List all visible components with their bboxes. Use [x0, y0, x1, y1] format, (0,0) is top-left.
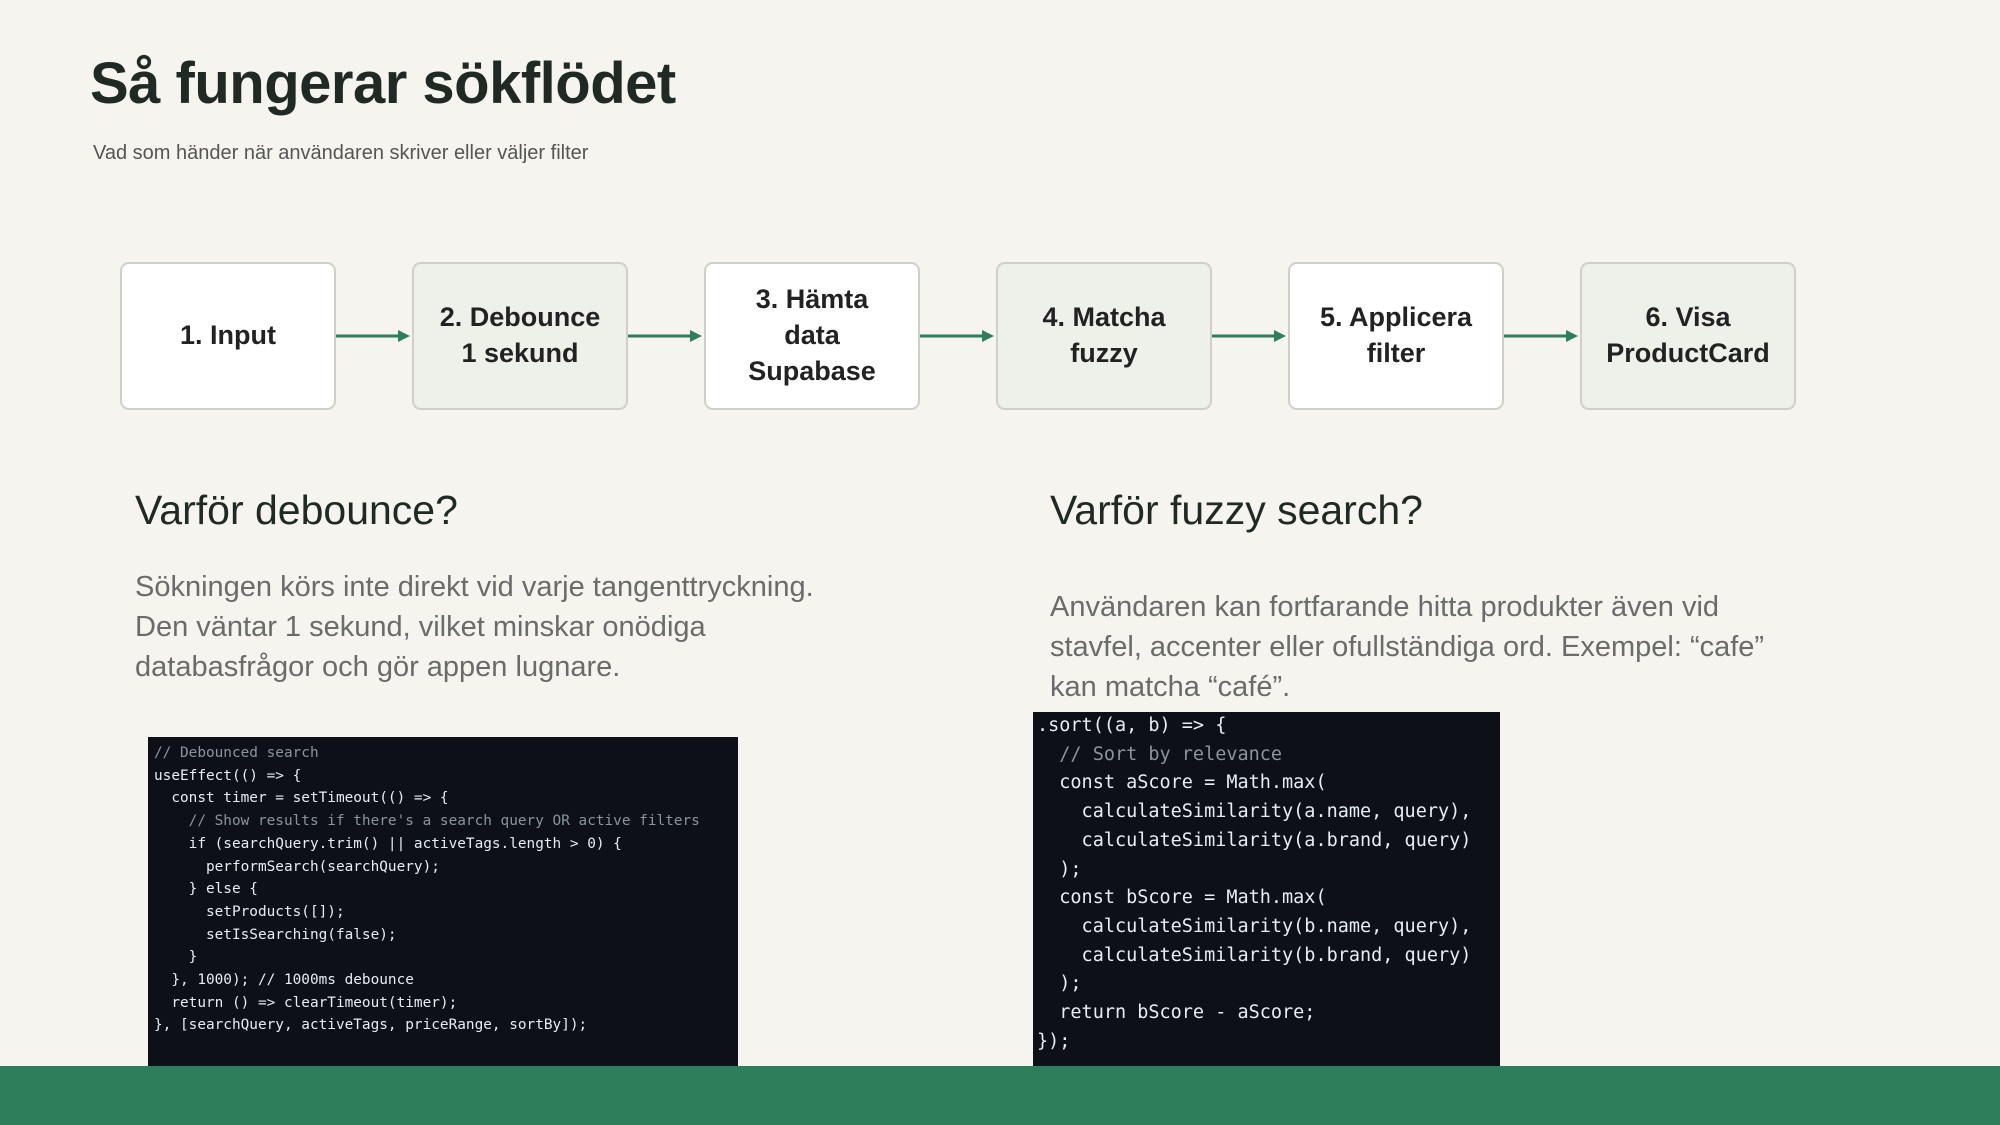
arrow-right-icon	[920, 330, 994, 342]
code-line: calculateSimilarity(b.brand, query)	[1037, 944, 1472, 966]
flow-step-debounce: 2. Debounce 1 sekund	[412, 262, 628, 410]
debounce-code-snippet: // Debounced search useEffect(() => { co…	[148, 737, 738, 1067]
flow-step-label: 2. Debounce 1 sekund	[439, 302, 601, 368]
code-line: } else {	[154, 881, 258, 898]
flow-step-label: 4. Matcha fuzzy	[1042, 302, 1166, 368]
fuzzy-description: Användaren kan fortfarande hitta produkt…	[1050, 591, 1765, 703]
arrow-right-icon	[628, 330, 702, 342]
process-flow: 1. Input 2. Debounce 1 sekund 3. Hämta d…	[120, 262, 1796, 410]
arrow-right-icon	[1504, 330, 1578, 342]
flow-step-label: 3. Hämta data Supabase	[748, 284, 876, 386]
code-line: const timer = setTimeout(() => {	[154, 790, 449, 807]
arrow-right-icon	[336, 330, 410, 342]
code-line: }	[154, 949, 198, 966]
code-line: calculateSimilarity(a.brand, query)	[1037, 829, 1472, 851]
code-line: setProducts([]);	[154, 903, 345, 920]
code-line: performSearch(searchQuery);	[154, 858, 440, 875]
code-line: useEffect(() => {	[154, 767, 302, 784]
code-line: }, 1000); // 1000ms debounce	[154, 972, 414, 989]
code-line: setIsSearching(false);	[154, 926, 397, 943]
code-line: );	[1037, 858, 1082, 880]
code-line: if (searchQuery.trim() || activeTags.len…	[154, 835, 622, 852]
code-line: );	[1037, 973, 1082, 995]
code-line: const bScore = Math.max(	[1037, 887, 1327, 909]
fuzzy-code-snippet: .sort((a, b) => { // Sort by relevance c…	[1033, 712, 1500, 1067]
code-line: }, [searchQuery, activeTags, priceRange,…	[154, 1017, 588, 1034]
code-line: });	[1037, 1030, 1071, 1052]
arrow-right-icon	[1212, 330, 1286, 342]
code-line: calculateSimilarity(b.name, query),	[1037, 915, 1472, 937]
code-line: // Show results if there's a search quer…	[154, 813, 700, 830]
slide-title: Så fungerar sökflödet	[90, 51, 676, 116]
flow-step-label: 6. Visa ProductCard	[1606, 302, 1770, 368]
flow-step-label: 5. Applicera filter	[1319, 302, 1473, 368]
code-line: const aScore = Math.max(	[1037, 772, 1327, 794]
code-line: .sort((a, b) => {	[1037, 715, 1227, 736]
debounce-heading: Varför debounce?	[135, 487, 458, 533]
footer-bar	[0, 1066, 2000, 1125]
flow-step-label: 1. Input	[180, 320, 276, 351]
slide-subtitle: Vad som händer när användaren skriver el…	[93, 142, 589, 164]
flow-step-apply-filter: 5. Applicera filter	[1288, 262, 1504, 410]
code-line: // Debounced search	[154, 745, 319, 761]
fuzzy-heading: Varför fuzzy search?	[1050, 487, 1423, 533]
flow-step-fetch-data: 3. Hämta data Supabase	[704, 262, 920, 410]
code-line: calculateSimilarity(a.name, query),	[1037, 801, 1472, 823]
code-line: return bScore - aScore;	[1037, 1002, 1316, 1024]
flow-step-input: 1. Input	[120, 262, 336, 410]
code-line: // Sort by relevance	[1037, 743, 1283, 765]
flow-step-show-productcard: 6. Visa ProductCard	[1580, 262, 1796, 410]
debounce-description: Sökningen körs inte direkt vid varje tan…	[135, 571, 814, 683]
flow-step-match-fuzzy: 4. Matcha fuzzy	[996, 262, 1212, 410]
code-line: return () => clearTimeout(timer);	[154, 994, 458, 1011]
